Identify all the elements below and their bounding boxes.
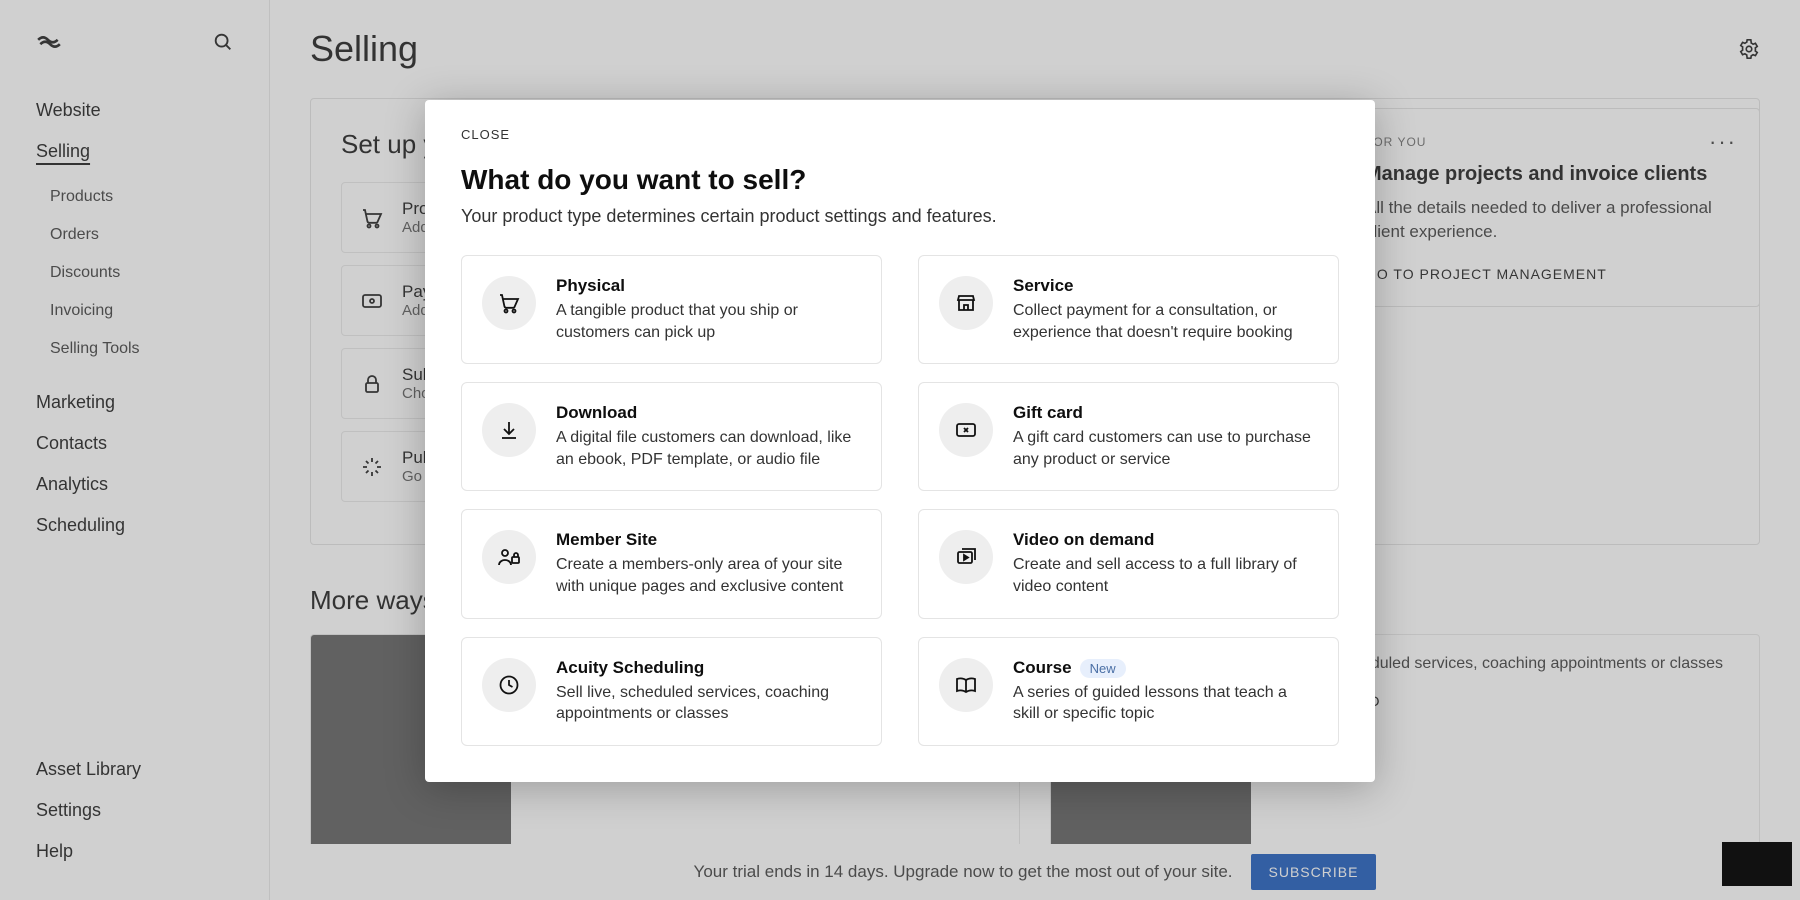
cart-icon bbox=[482, 276, 536, 330]
option-service[interactable]: ServiceCollect payment for a consultatio… bbox=[918, 255, 1339, 364]
option-download[interactable]: DownloadA digital file customers can dow… bbox=[461, 382, 882, 491]
clock-icon bbox=[482, 658, 536, 712]
modal-title: What do you want to sell? bbox=[461, 164, 1339, 196]
members-icon bbox=[482, 530, 536, 584]
option-gift-card[interactable]: Gift cardA gift card customers can use t… bbox=[918, 382, 1339, 491]
download-icon bbox=[482, 403, 536, 457]
option-video-on-demand[interactable]: Video on demandCreate and sell access to… bbox=[918, 509, 1339, 618]
corner-widget[interactable] bbox=[1722, 842, 1792, 886]
option-course[interactable]: CourseNewA series of guided lessons that… bbox=[918, 637, 1339, 746]
product-type-modal: CLOSE What do you want to sell? Your pro… bbox=[425, 100, 1375, 782]
new-badge: New bbox=[1080, 659, 1126, 678]
storefront-icon bbox=[939, 276, 993, 330]
book-icon bbox=[939, 658, 993, 712]
option-acuity-scheduling[interactable]: Acuity SchedulingSell live, scheduled se… bbox=[461, 637, 882, 746]
option-physical[interactable]: PhysicalA tangible product that you ship… bbox=[461, 255, 882, 364]
option-member-site[interactable]: Member SiteCreate a members-only area of… bbox=[461, 509, 882, 618]
gift-card-icon bbox=[939, 403, 993, 457]
video-library-icon bbox=[939, 530, 993, 584]
close-button[interactable]: CLOSE bbox=[461, 127, 510, 142]
modal-subtitle: Your product type determines certain pro… bbox=[461, 206, 1339, 227]
